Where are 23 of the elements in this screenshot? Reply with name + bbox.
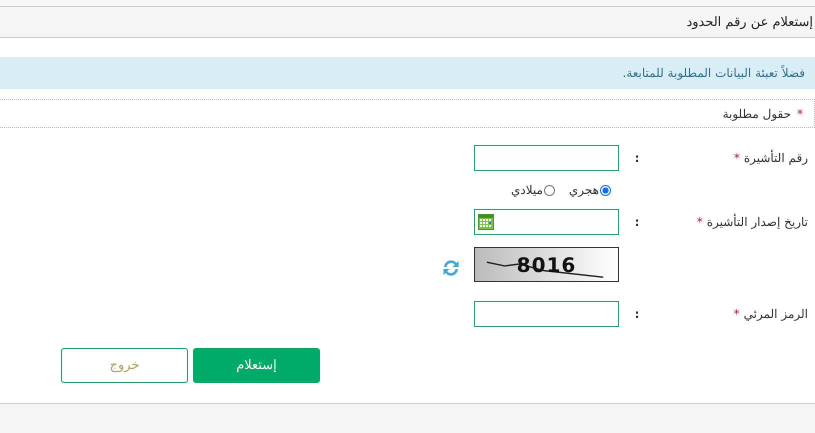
notice-text: فضلاً تعبئة البيانات المطلوبة للمتابعة. <box>622 66 805 80</box>
field-label: رقم التأشيرة <box>744 151 808 165</box>
required-marker: * <box>797 106 803 120</box>
radio-button[interactable] <box>600 184 611 196</box>
refresh-icon[interactable] <box>441 258 461 278</box>
date-field[interactable] <box>474 209 619 235</box>
required-marker: * <box>696 215 703 229</box>
colon-text: : <box>634 151 640 165</box>
radio-label[interactable]: هجري <box>568 183 599 197</box>
radio-label[interactable]: ميلادي <box>510 183 543 197</box>
captcha-image: 8016 <box>474 247 619 282</box>
field-label: الرمز المرئي <box>744 307 808 321</box>
input-field[interactable] <box>474 145 619 171</box>
field-label: تاريخ إصدار التأشيرة <box>706 215 808 229</box>
page-title: إستعلام عن رقم الحدود <box>686 14 813 30</box>
colon-text: : <box>634 215 640 229</box>
colon-text: : <box>634 307 640 321</box>
required-marker: * <box>734 151 740 165</box>
radio-button[interactable] <box>544 184 555 196</box>
input-field[interactable] <box>474 301 619 327</box>
required-note-text: حقول مطلوبة <box>722 106 791 120</box>
calendar-icon[interactable] <box>478 214 494 230</box>
required-marker: * <box>734 307 740 321</box>
